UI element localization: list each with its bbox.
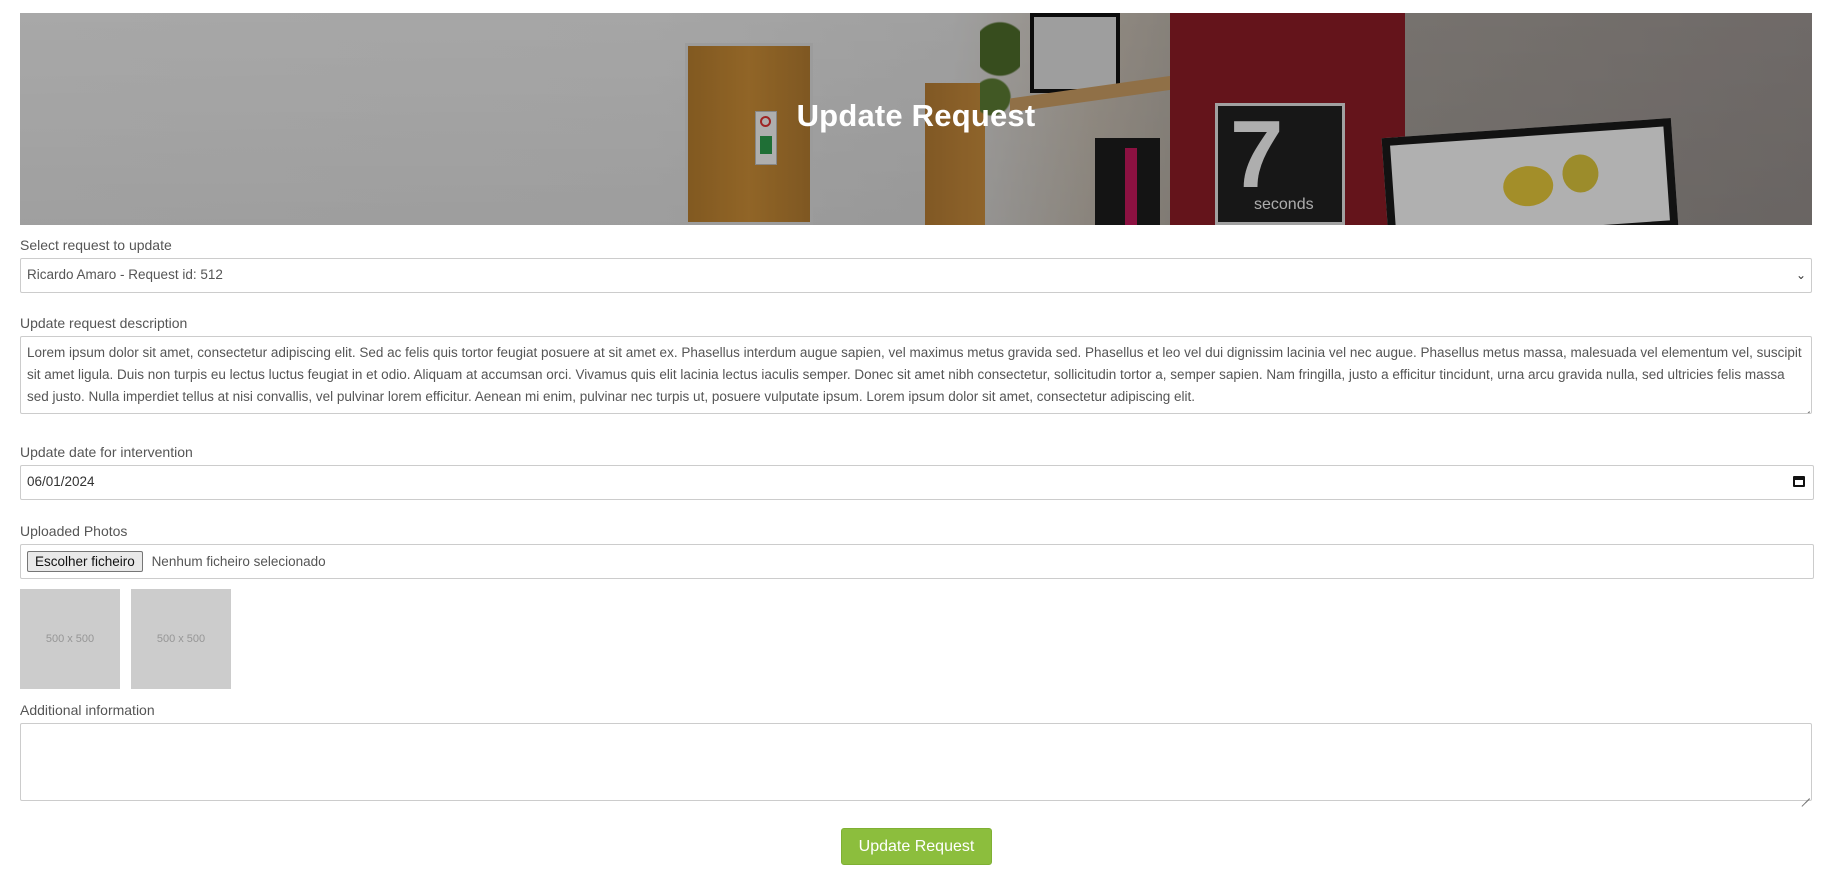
resize-handle-icon[interactable] xyxy=(1801,790,1810,799)
resize-handle-icon[interactable] xyxy=(1801,403,1810,412)
photo-file-input[interactable]: Escolher ficheiro Nenhum ficheiro seleci… xyxy=(20,544,1814,579)
header-banner: 7 seconds Update Request xyxy=(20,13,1812,225)
intervention-date-input[interactable]: 06/01/2024 xyxy=(20,465,1814,500)
photo-thumbnail[interactable]: 500 x 500 xyxy=(131,589,231,689)
request-select-value: Ricardo Amaro - Request id: 512 xyxy=(27,267,223,282)
date-label: Update date for intervention xyxy=(20,444,193,460)
description-label: Update request description xyxy=(20,315,188,331)
additional-info-label: Additional information xyxy=(20,702,155,718)
request-select-label: Select request to update xyxy=(20,237,172,253)
request-select[interactable]: Ricardo Amaro - Request id: 512 ⌄ xyxy=(20,258,1812,293)
choose-file-button[interactable]: Escolher ficheiro xyxy=(27,551,143,572)
photo-thumbnail[interactable]: 500 x 500 xyxy=(20,589,120,689)
date-value: 06/01/2024 xyxy=(27,474,95,489)
page-title: Update Request xyxy=(796,98,1036,133)
update-request-page: 7 seconds Update Request Select request … xyxy=(20,13,1814,865)
update-request-button[interactable]: Update Request xyxy=(841,828,992,865)
additional-info-textarea[interactable] xyxy=(20,723,1812,801)
photos-label: Uploaded Photos xyxy=(20,523,128,539)
calendar-icon[interactable] xyxy=(1793,476,1805,487)
description-textarea[interactable]: Lorem ipsum dolor sit amet, consectetur … xyxy=(20,336,1812,414)
description-text: Lorem ipsum dolor sit amet, consectetur … xyxy=(27,345,1802,404)
file-status-text: Nenhum ficheiro selecionado xyxy=(151,554,326,569)
chevron-down-icon: ⌄ xyxy=(1795,268,1806,282)
